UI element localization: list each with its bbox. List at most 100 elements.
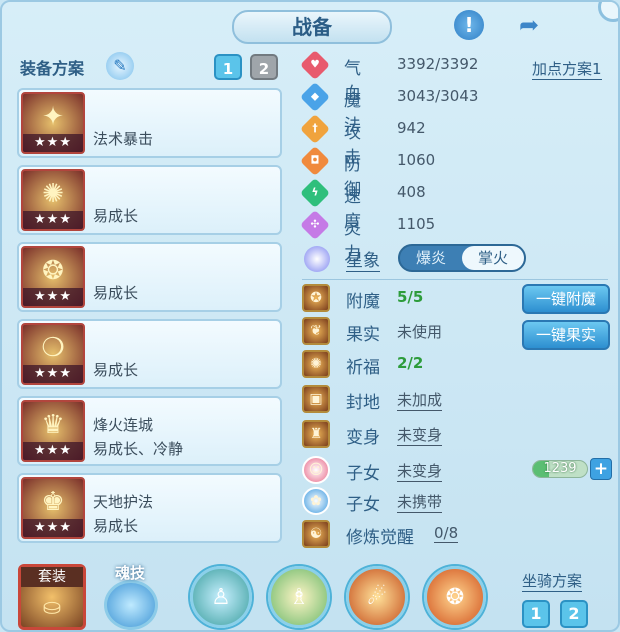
stat-plan-link[interactable]: 加点方案1 — [532, 58, 602, 80]
equipment-traits: 法术暴击 — [93, 130, 154, 148]
equipment-slot[interactable]: ♛ ★★★ 烽火连城易成长、冷静 — [17, 396, 282, 466]
battle-prep-panel: 战备 ! ➦ 装备方案 ✎ 1 2 ✦ ★★★ 法术暴击 ✺ ★★★ 易成长 ❂ ★★★ 易成长… — [0, 0, 620, 632]
buff-name: 修炼觉醒 — [346, 528, 414, 548]
equipment-glyph: ♛ — [41, 410, 65, 440]
star-option-zhanghuo[interactable]: 掌火 — [462, 246, 524, 270]
buff-name: 变身 — [346, 428, 380, 448]
equipment-name: 烽火连城 — [93, 416, 154, 434]
treasure-chest-icon: ⛀ — [42, 595, 62, 620]
mount-tab-1[interactable]: 1 — [522, 600, 550, 628]
page-title: 战备 — [232, 10, 392, 44]
equipment-glyph: ❂ — [42, 256, 64, 286]
add-button[interactable]: + — [590, 458, 612, 480]
one-click-fruit-button[interactable]: 一键果实 — [522, 320, 610, 350]
star-rating: ★★★ — [23, 442, 83, 460]
edit-icon[interactable]: ✎ — [106, 52, 134, 80]
pawprint-icon: ✿ — [302, 487, 330, 515]
buff-value: 2/2 — [397, 354, 424, 372]
exclamation-icon[interactable]: ! — [454, 10, 484, 40]
helmet-icon: ♛ ★★★ — [21, 400, 85, 462]
soul-skill-slot[interactable]: 魂技 — [98, 560, 162, 630]
child-icon: ☺ — [302, 456, 330, 484]
spirit-figure-orb-icon[interactable]: ♙ — [190, 566, 252, 628]
corner-close-icon[interactable] — [598, 2, 618, 22]
buff-name: 祈福 — [346, 358, 380, 378]
flame-beast-orb-icon[interactable]: ❂ — [424, 566, 486, 628]
enchant-icon: ✪ — [302, 284, 330, 312]
equipment-traits: 易成长 — [93, 207, 139, 225]
stat-value: 942 — [397, 119, 426, 137]
equipment-scheme-label: 装备方案 — [20, 59, 85, 78]
mount-scheme-label[interactable]: 坐骑方案 — [522, 570, 583, 592]
robe-icon: ♚ ★★★ — [21, 477, 85, 539]
transform-icon: ♜ — [302, 420, 330, 448]
share-icon[interactable]: ➦ — [514, 10, 544, 40]
stat-value: 1060 — [397, 151, 436, 169]
stat-value: 3043/3043 — [397, 87, 479, 105]
equipment-name: 天地护法 — [93, 493, 154, 511]
armor-icon: ✺ ★★★ — [21, 169, 85, 231]
star-sign-icon — [304, 246, 330, 272]
equipment-traits: 易成长 — [93, 284, 139, 302]
star-option-baoyan[interactable]: 爆炎 — [400, 246, 462, 270]
stat-icon: ♥ — [299, 49, 331, 81]
buff-name: 果实 — [346, 325, 380, 345]
buff-value: 未使用 — [397, 323, 443, 341]
buff-value[interactable]: 未变身 — [397, 424, 443, 446]
star-rating: ★★★ — [23, 519, 83, 537]
fire-orb-icon[interactable]: ☄ — [346, 566, 408, 628]
equipment-slot[interactable]: ♚ ★★★ 天地护法易成长 — [17, 473, 282, 543]
chain-belt-icon: ❍ ★★★ — [21, 323, 85, 385]
divider — [302, 279, 608, 280]
stat-value: 408 — [397, 183, 426, 201]
buff-value[interactable]: 未变身 — [397, 460, 443, 482]
star-sign-toggle[interactable]: 爆炎 掌火 — [398, 244, 526, 272]
blessing-icon: ✺ — [302, 350, 330, 378]
equipment-traits: 易成长 — [93, 361, 139, 379]
meter-value: 1239 — [543, 461, 577, 476]
equipment-glyph: ✺ — [42, 179, 64, 209]
one-click-enchant-button[interactable]: 一键附魔 — [522, 284, 610, 314]
fruit-icon: ❦ — [302, 317, 330, 345]
soul-skill-label: 魂技 — [114, 564, 145, 582]
buff-name: 封地 — [346, 393, 380, 413]
scheme-tab-2[interactable]: 2 — [250, 54, 278, 80]
soul-skill-icon — [104, 580, 158, 630]
buff-name: 子女 — [346, 464, 380, 484]
equipment-slot[interactable]: ❂ ★★★ 易成长 — [17, 242, 282, 312]
buff-value[interactable]: 0/8 — [434, 524, 459, 543]
stat-icon: ✣ — [299, 209, 331, 241]
equipment-slot[interactable]: ❍ ★★★ 易成长 — [17, 319, 282, 389]
mount-tab-2[interactable]: 2 — [560, 600, 588, 628]
popsicle-weapon-icon: ✦ ★★★ — [21, 92, 85, 154]
buff-value: 5/5 — [397, 288, 424, 306]
stat-icon: ϟ — [299, 177, 331, 209]
equipment-slot[interactable]: ✺ ★★★ 易成长 — [17, 165, 282, 235]
equipment-glyph: ❍ — [41, 333, 65, 363]
stat-icon: ◆ — [299, 81, 331, 113]
set-slot[interactable]: 套装 ⛀ — [18, 564, 86, 630]
equipment-traits: 易成长、冷静 — [93, 440, 184, 458]
equipment-glyph: ✦ — [42, 102, 64, 132]
stat-icon: † — [299, 113, 331, 145]
buff-value[interactable]: 未加成 — [397, 389, 443, 411]
cultivation-icon: ☯ — [302, 520, 330, 548]
equipment-traits: 易成长 — [93, 517, 139, 535]
set-label: 套装 — [21, 567, 83, 587]
equipment-slot[interactable]: ✦ ★★★ 法术暴击 — [17, 88, 282, 158]
bottom-bar: 套装 ⛀ 魂技 ♙ ♗ ☄ ❂ 坐骑方案 1 2 — [2, 554, 618, 630]
buff-name: 子女 — [346, 495, 380, 515]
equipment-glyph: ♚ — [41, 487, 65, 517]
stat-icon: ◘ — [299, 145, 331, 177]
stat-value: 1105 — [397, 215, 436, 233]
buff-value[interactable]: 未携带 — [397, 491, 443, 513]
scheme-tab-1[interactable]: 1 — [214, 54, 242, 80]
star-sign-label[interactable]: 星象 — [346, 246, 380, 272]
star-rating: ★★★ — [23, 365, 83, 383]
stat-value: 3392/3392 — [397, 55, 479, 73]
seal-land-icon: ▣ — [302, 385, 330, 413]
golden-figure-orb-icon[interactable]: ♗ — [268, 566, 330, 628]
star-rating: ★★★ — [23, 211, 83, 229]
buff-name: 附魔 — [346, 292, 380, 312]
star-rating: ★★★ — [23, 288, 83, 306]
